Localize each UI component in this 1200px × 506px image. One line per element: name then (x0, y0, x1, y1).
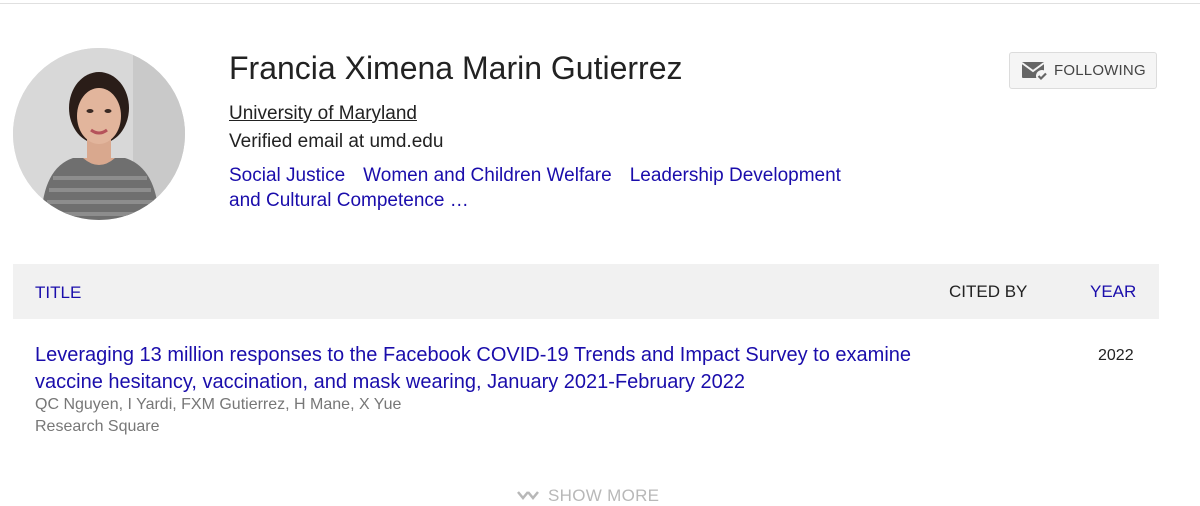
verified-email: Verified email at umd.edu (229, 131, 444, 152)
article-authors: QC Nguyen, I Yardi, FXM Gutierrez, H Man… (35, 396, 402, 413)
following-label: FOLLOWING (1054, 62, 1146, 79)
article-year: 2022 (1098, 347, 1134, 364)
mail-check-icon (1021, 61, 1048, 82)
show-more-button[interactable]: SHOW MORE (516, 486, 659, 506)
interest-link[interactable]: Women and Children Welfare (363, 165, 612, 186)
profile-avatar (13, 48, 185, 220)
article-venue: Research Square (35, 418, 160, 435)
profile-name: Francia Ximena Marin Gutierrez (229, 50, 683, 86)
research-interests: Social Justice Women and Children Welfare… (229, 163, 909, 213)
interest-link[interactable]: Leadership Development (630, 165, 841, 186)
sort-by-cited[interactable]: CITED BY (949, 282, 1027, 302)
interest-link[interactable]: and Cultural Competence … (229, 190, 469, 211)
top-divider (0, 3, 1200, 4)
sort-by-year[interactable]: YEAR (1090, 282, 1136, 302)
article-title-link[interactable]: Leveraging 13 million responses to the F… (35, 342, 915, 396)
show-more-label: SHOW MORE (548, 486, 660, 505)
interest-link[interactable]: Social Justice (229, 165, 345, 186)
following-button[interactable]: FOLLOWING (1009, 52, 1157, 89)
chevron-down-icon (517, 491, 539, 500)
articles-table-header: TITLE CITED BY YEAR (13, 264, 1159, 319)
avatar-photo (13, 48, 185, 220)
affiliation-link[interactable]: University of Maryland (229, 103, 417, 125)
sort-by-title[interactable]: TITLE (35, 283, 81, 303)
